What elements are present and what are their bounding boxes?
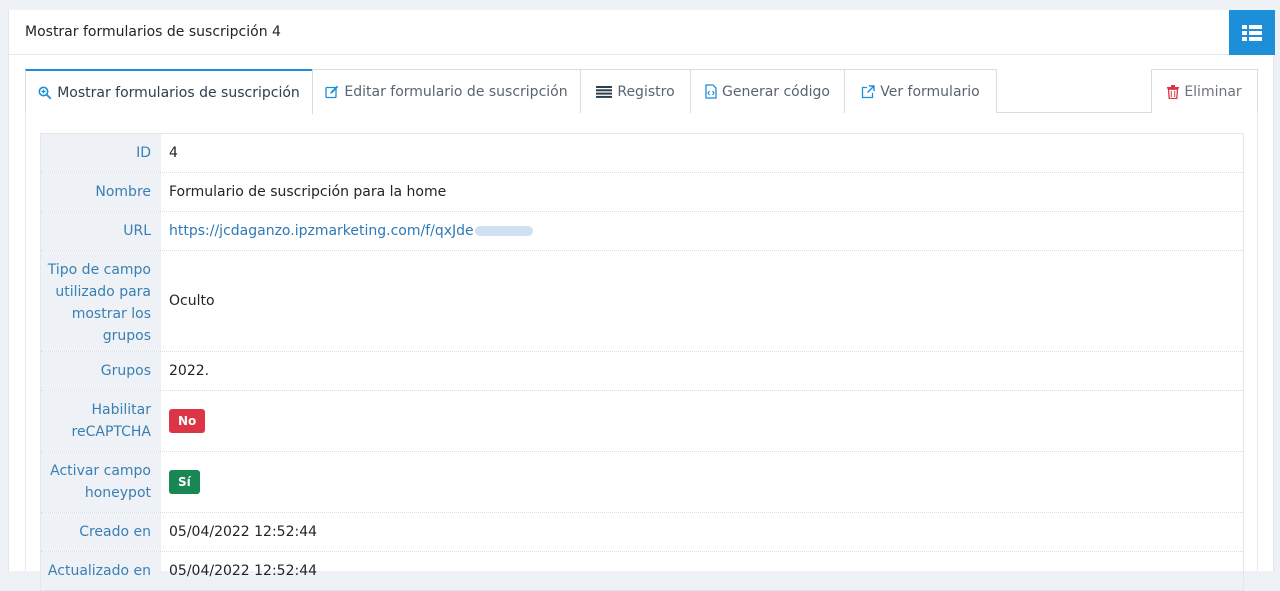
detail-value-recaptcha: No	[161, 391, 1243, 451]
list-icon	[1242, 24, 1262, 41]
detail-label: URL	[41, 212, 161, 250]
status-badge-no: No	[169, 409, 206, 433]
detail-label: Activar campo honeypot	[41, 452, 161, 512]
tab-registro[interactable]: Registro	[580, 69, 691, 113]
tab-label: Mostrar formularios de suscripción	[57, 84, 300, 101]
tab-label: Ver formulario	[880, 83, 980, 100]
delete-label: Eliminar	[1184, 83, 1242, 100]
list-lines-icon	[596, 85, 613, 98]
detail-row-actualizado: Actualizado en 05/04/2022 12:52:44	[41, 552, 1243, 590]
detail-label: Actualizado en	[41, 552, 161, 590]
detail-label: Grupos	[41, 352, 161, 390]
detail-value-honeypot: Sí	[161, 452, 1243, 512]
card-header: Mostrar formularios de suscripción 4	[9, 10, 1275, 55]
detail-row-recaptcha: Habilitar reCAPTCHA No	[41, 391, 1243, 452]
edit-icon	[325, 85, 339, 99]
tab-bar: Mostrar formularios de suscripción Edita…	[25, 69, 1258, 114]
redacted-blur	[474, 226, 533, 236]
status-badge-yes: Sí	[169, 470, 200, 494]
detail-value-nombre: Formulario de suscripción para la home	[169, 184, 447, 200]
tab-generate-code[interactable]: Generar código	[690, 69, 845, 113]
detail-label: Creado en	[41, 513, 161, 551]
delete-button[interactable]: Eliminar	[1151, 69, 1258, 113]
detail-value-creado: 05/04/2022 12:52:44	[169, 524, 318, 540]
tab-content: ID 4 Nombre Formulario de suscripción pa…	[25, 113, 1258, 591]
details-table: ID 4 Nombre Formulario de suscripción pa…	[40, 133, 1244, 591]
detail-value-grupos: 2022.	[169, 363, 210, 379]
external-link-icon	[861, 84, 875, 99]
tab-view-form[interactable]: Ver formulario	[844, 69, 997, 113]
page-title: Mostrar formularios de suscripción 4	[25, 24, 281, 40]
detail-row-url: URL https://jcdaganzo.ipzmarketing.com/f…	[41, 212, 1243, 251]
detail-row-tipo: Tipo de campo utilizado para mostrar los…	[41, 251, 1243, 352]
code-file-icon	[705, 84, 717, 99]
detail-row-honeypot: Activar campo honeypot Sí	[41, 452, 1243, 513]
detail-row-grupos: Grupos 2022.	[41, 352, 1243, 391]
detail-value-id: 4	[169, 145, 178, 161]
detail-label: ID	[41, 134, 161, 172]
trash-icon	[1167, 84, 1180, 99]
detail-row-id: ID 4	[41, 134, 1243, 173]
detail-value-tipo: Oculto	[169, 293, 215, 309]
detail-value-actualizado: 05/04/2022 12:52:44	[169, 563, 318, 579]
list-view-button[interactable]	[1229, 10, 1275, 55]
tab-label: Generar código	[722, 83, 830, 100]
detail-row-nombre: Nombre Formulario de suscripción para la…	[41, 173, 1243, 212]
detail-value-url: https://jcdaganzo.ipzmarketing.com/f/qxJ…	[161, 212, 1243, 250]
form-url-link[interactable]: https://jcdaganzo.ipzmarketing.com/f/qxJ…	[169, 223, 474, 239]
detail-label: Habilitar reCAPTCHA	[41, 391, 161, 451]
detail-row-creado: Creado en 05/04/2022 12:52:44	[41, 513, 1243, 552]
detail-label: Nombre	[41, 173, 161, 211]
tab-show-forms[interactable]: Mostrar formularios de suscripción	[25, 69, 313, 114]
detail-label: Tipo de campo utilizado para mostrar los…	[41, 251, 161, 351]
subscription-form-card: Mostrar formularios de suscripción 4 Mos…	[8, 10, 1275, 591]
tab-label: Editar formulario de suscripción	[344, 83, 568, 100]
zoom-in-icon	[38, 86, 52, 100]
tab-label: Registro	[617, 83, 675, 100]
tab-edit-form[interactable]: Editar formulario de suscripción	[312, 69, 581, 113]
